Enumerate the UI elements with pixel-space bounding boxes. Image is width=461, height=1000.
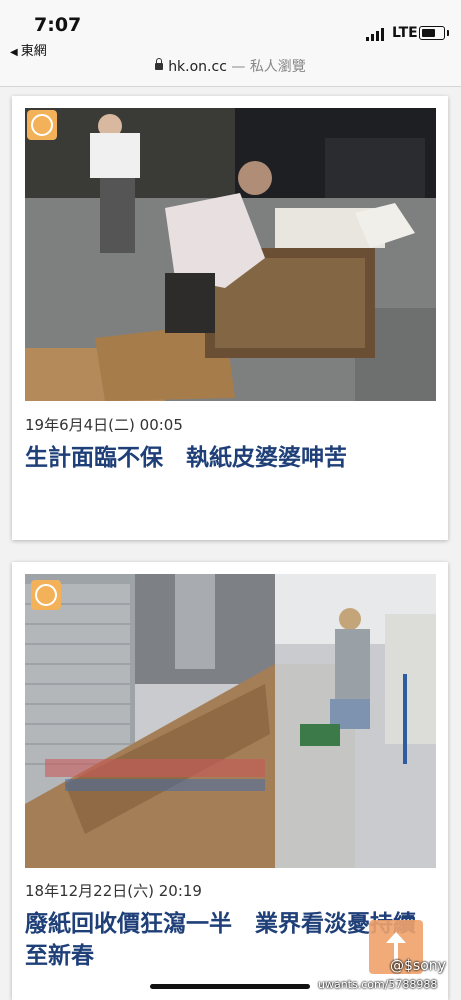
street-cardboard-photo: [25, 574, 436, 868]
lock-icon: [155, 58, 164, 70]
signal-icon: [366, 27, 386, 41]
article-title[interactable]: 生計面臨不保 執紙皮婆婆呻苦: [25, 442, 435, 474]
url-domain: hk.on.cc: [168, 59, 227, 75]
article-date: 18年12月22日(六) 20:19: [25, 882, 202, 900]
article-photo[interactable]: [25, 108, 436, 401]
clock: 7:07: [34, 14, 82, 36]
network-type: LTE: [392, 25, 418, 41]
watermark-url: uwants.com/5788988: [318, 978, 438, 991]
private-browsing-label: 私人瀏覽: [249, 59, 306, 75]
address-bar[interactable]: hk.on.cc — 私人瀏覽: [0, 56, 461, 76]
cardboard-collector-photo: [25, 108, 436, 401]
battery-icon: [419, 26, 449, 40]
home-indicator[interactable]: [150, 984, 310, 989]
article-card[interactable]: 19年6月4日(二) 00:05 生計面臨不保 執紙皮婆婆呻苦: [12, 96, 448, 540]
article-photo[interactable]: [25, 574, 436, 868]
status-bar: 7:07 ◀ 東網 LTE hk.on.cc — 私人瀏覽: [0, 0, 461, 87]
url-separator: —: [226, 59, 250, 75]
article-date: 19年6月4日(二) 00:05: [25, 416, 183, 434]
watermark-user: @$sony: [390, 958, 446, 974]
